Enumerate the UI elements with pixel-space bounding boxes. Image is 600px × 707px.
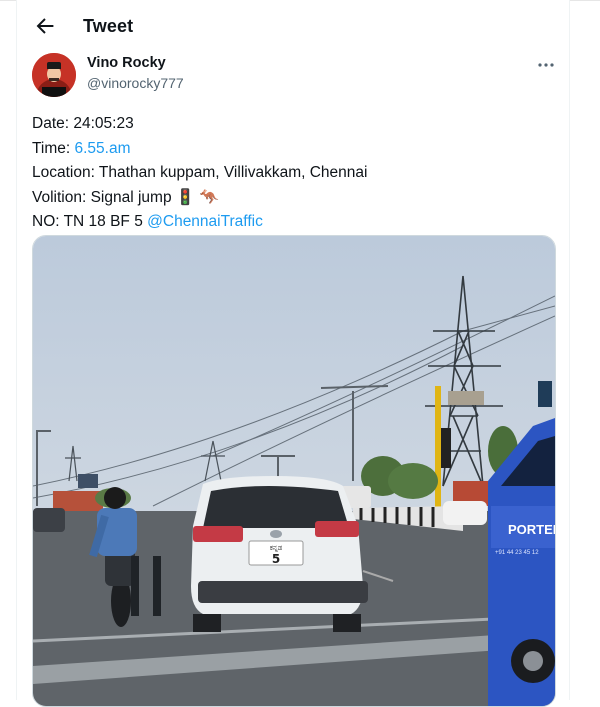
back-button[interactable] (33, 14, 57, 38)
road-scene: ಕನ್ನಡ 5 PORTER +91 44 23 45 12 (33, 236, 555, 706)
mention-link[interactable]: @ChennaiTraffic (147, 213, 263, 230)
more-horizontal-icon (538, 63, 554, 67)
page-title: Tweet (83, 16, 134, 36)
column-border-right (569, 0, 570, 700)
van-brand-text: PORTER (508, 522, 555, 537)
volition-text: Volition: Signal jump (32, 188, 176, 206)
tweet-text: Date: 24:05:23 Time: 6.55.am Location: T… (32, 112, 552, 235)
white-suv: ಕನ್ನಡ 5 (191, 476, 368, 632)
author-handle[interactable]: @vinorocky777 (87, 75, 184, 91)
plate-number-text: 5 (272, 552, 280, 566)
tweet-header: Tweet (17, 0, 569, 52)
location-line: Location: Thathan kuppam, Villivakkam, C… (32, 164, 368, 181)
author-name[interactable]: Vino Rocky (87, 55, 166, 71)
avatar[interactable] (32, 53, 76, 97)
date-line: Date: 24:05:23 (32, 115, 134, 132)
volition-line: Volition: Signal jump 🚦 🦘 (32, 186, 552, 211)
time-link[interactable]: 6.55.am (74, 140, 130, 157)
column-border-left (16, 0, 17, 700)
volition-emoji: 🚦 🦘 (175, 188, 219, 206)
number-text: NO: TN 18 BF 5 (32, 213, 148, 230)
more-button[interactable] (536, 55, 556, 75)
time-line: Time: 6.55.am (32, 137, 552, 162)
van-phone-text: +91 44 23 45 12 (495, 550, 539, 556)
arrow-left-icon (36, 18, 54, 34)
number-line: NO: TN 18 BF 5 @ChennaiTraffic (32, 210, 552, 235)
tweet-photo[interactable]: ಕನ್ನಡ 5 PORTER +91 44 23 45 12 (32, 235, 556, 707)
time-label: Time: (32, 139, 75, 157)
